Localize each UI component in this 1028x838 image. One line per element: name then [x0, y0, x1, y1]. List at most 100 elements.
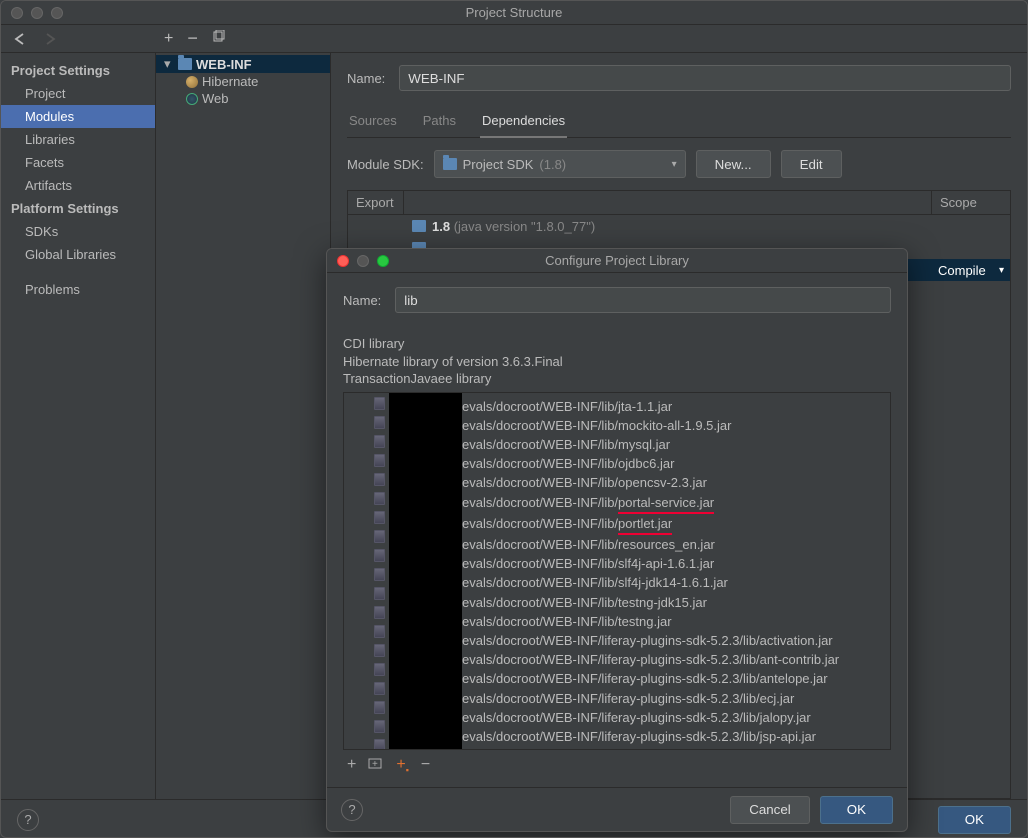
dialog-title: Configure Project Library [327, 253, 907, 268]
jar-entry[interactable]: evals/docroot/WEB-INF/lib/mockito-all-1.… [462, 416, 839, 435]
jar-icon [374, 397, 385, 410]
sdk-version: (1.8) [539, 157, 566, 172]
tree-label: Hibernate [202, 74, 258, 89]
toolbar: + − [1, 25, 1027, 53]
library-meta-line: CDI library [343, 335, 891, 353]
jar-icon [374, 701, 385, 714]
tab-paths[interactable]: Paths [421, 107, 458, 137]
svg-text:+: + [372, 759, 378, 770]
lib-attach-icon[interactable]: +▪ [396, 756, 409, 775]
dependency-row[interactable]: 1.8 (java version "1.8.0_77") [348, 215, 1010, 237]
nav-forward-icon [43, 33, 59, 45]
copy-icon[interactable] [212, 30, 226, 47]
jar-entry[interactable]: evals/docroot/WEB-INF/liferay-plugins-sd… [462, 689, 839, 708]
jar-entry[interactable]: evals/docroot/WEB-INF/lib/slf4j-api-1.6.… [462, 554, 839, 573]
module-name-input[interactable] [399, 65, 1011, 91]
jar-icon [374, 530, 385, 543]
jar-entry[interactable]: evals/docroot/WEB-INF/lib/mysql.jar [462, 435, 839, 454]
module-sdk-label: Module SDK: [347, 157, 424, 172]
sidebar-item-modules[interactable]: Modules [1, 105, 155, 128]
tree-label: WEB-INF [196, 57, 252, 72]
jar-entry[interactable]: evals/docroot/WEB-INF/liferay-plugins-sd… [462, 631, 839, 650]
sidebar-item-sdks[interactable]: SDKs [1, 220, 155, 243]
jar-icon [374, 739, 385, 750]
jar-entry[interactable]: evals/docroot/WEB-INF/lib/portlet.jar [462, 514, 839, 535]
jar-entry[interactable]: evals/docroot/WEB-INF/lib/resources_en.j… [462, 535, 839, 554]
window-title: Project Structure [1, 5, 1027, 20]
dialog-name-label: Name: [343, 293, 381, 308]
chevron-down-icon[interactable]: ▾ [999, 265, 1004, 276]
sidebar-item-problems[interactable]: Problems [1, 278, 155, 301]
library-name-input[interactable] [395, 287, 891, 313]
dependency-label: 1.8 (java version "1.8.0_77") [432, 219, 595, 234]
jar-entry[interactable]: evals/docroot/WEB-INF/lib/opencsv-2.3.ja… [462, 473, 839, 492]
module-sdk-select[interactable]: Project SDK (1.8) ▾ [434, 150, 686, 178]
col-scope: Scope [932, 191, 1010, 214]
jar-entry[interactable]: evals/docroot/WEB-INF/lib/jta-1.1.jar [462, 397, 839, 416]
tab-sources[interactable]: Sources [347, 107, 399, 137]
edit-sdk-button[interactable]: Edit [781, 150, 842, 178]
name-label: Name: [347, 71, 385, 86]
redacted-block [389, 393, 462, 749]
web-icon [186, 93, 198, 105]
hibernate-icon [186, 76, 198, 88]
jar-icon [374, 720, 385, 733]
folder-icon [443, 158, 457, 170]
col-export: Export [348, 191, 404, 214]
nav-back-icon[interactable] [13, 33, 29, 45]
jar-icon [374, 473, 385, 486]
module-tabs: Sources Paths Dependencies [347, 107, 1011, 138]
jar-list[interactable]: evals/docroot/WEB-INF/lib/jta-1.1.jareva… [343, 392, 891, 750]
jar-entry[interactable]: evals/docroot/WEB-INF/liferay-plugins-sd… [462, 650, 839, 669]
tab-dependencies[interactable]: Dependencies [480, 107, 567, 138]
remove-icon[interactable]: − [187, 28, 198, 49]
tree-node-hibernate[interactable]: Hibernate [156, 73, 330, 90]
sidebar-section-project: Project Settings [1, 59, 155, 82]
jar-entry[interactable]: evals/docroot/WEB-INF/lib/ojdbc6.jar [462, 454, 839, 473]
configure-library-dialog: Configure Project Library Name: CDI libr… [326, 248, 908, 832]
jar-icon [374, 492, 385, 505]
module-tree: ▾ WEB-INF Hibernate Web [156, 53, 331, 799]
chevron-down-icon: ▾ [672, 159, 677, 170]
jar-entry[interactable]: evals/docroot/WEB-INF/lib/testng.jar [462, 612, 839, 631]
dialog-ok-button[interactable]: OK [820, 796, 893, 824]
sdk-value: Project SDK [463, 157, 534, 172]
jar-icon [374, 663, 385, 676]
sidebar-item-facets[interactable]: Facets [1, 151, 155, 174]
jar-entry[interactable]: evals/docroot/WEB-INF/liferay-plugins-sd… [462, 669, 839, 688]
jar-entry[interactable]: evals/docroot/WEB-INF/lib/testng-jdk15.j… [462, 593, 839, 612]
lib-remove-icon[interactable]: − [421, 756, 430, 774]
dialog-help-icon[interactable]: ? [341, 799, 363, 821]
library-meta: CDI libraryHibernate library of version … [343, 335, 891, 388]
expander-icon[interactable]: ▾ [164, 56, 174, 72]
tree-label: Web [202, 91, 229, 106]
help-icon[interactable]: ? [17, 809, 39, 831]
tree-node-webinf[interactable]: ▾ WEB-INF [156, 55, 330, 73]
sidebar-item-global-libraries[interactable]: Global Libraries [1, 243, 155, 266]
module-icon [178, 58, 192, 70]
lib-add-folder-icon[interactable]: + [368, 756, 384, 775]
dialog-cancel-button[interactable]: Cancel [730, 796, 810, 824]
sidebar-item-libraries[interactable]: Libraries [1, 128, 155, 151]
jar-icon [374, 416, 385, 429]
add-icon[interactable]: + [164, 30, 173, 48]
tree-node-web[interactable]: Web [156, 90, 330, 107]
new-sdk-button[interactable]: New... [696, 150, 771, 178]
scope-value: Compile [938, 263, 986, 278]
sidebar-item-project[interactable]: Project [1, 82, 155, 105]
jar-icon [374, 435, 385, 448]
sidebar-item-artifacts[interactable]: Artifacts [1, 174, 155, 197]
jar-entry[interactable]: evals/docroot/WEB-INF/liferay-plugins-sd… [462, 727, 839, 746]
jar-entry[interactable]: evals/docroot/WEB-INF/lib/slf4j-jdk14-1.… [462, 573, 839, 592]
lib-add-icon[interactable]: + [347, 756, 356, 774]
jar-icon [374, 625, 385, 638]
main-titlebar: Project Structure [1, 1, 1027, 25]
jar-icon [374, 568, 385, 581]
jar-entry[interactable]: evals/docroot/WEB-INF/liferay-plugins-sd… [462, 708, 839, 727]
jar-icon [374, 549, 385, 562]
jar-entry[interactable]: evals/docroot/WEB-INF/lib/portal-service… [462, 493, 839, 514]
settings-sidebar: Project Settings ProjectModulesLibraries… [1, 53, 156, 799]
jar-entry[interactable]: evals/docroot/WEB-INF/liferay-plugins-sd… [462, 746, 839, 749]
jar-icon [374, 644, 385, 657]
main-ok-button[interactable]: OK [938, 806, 1011, 834]
